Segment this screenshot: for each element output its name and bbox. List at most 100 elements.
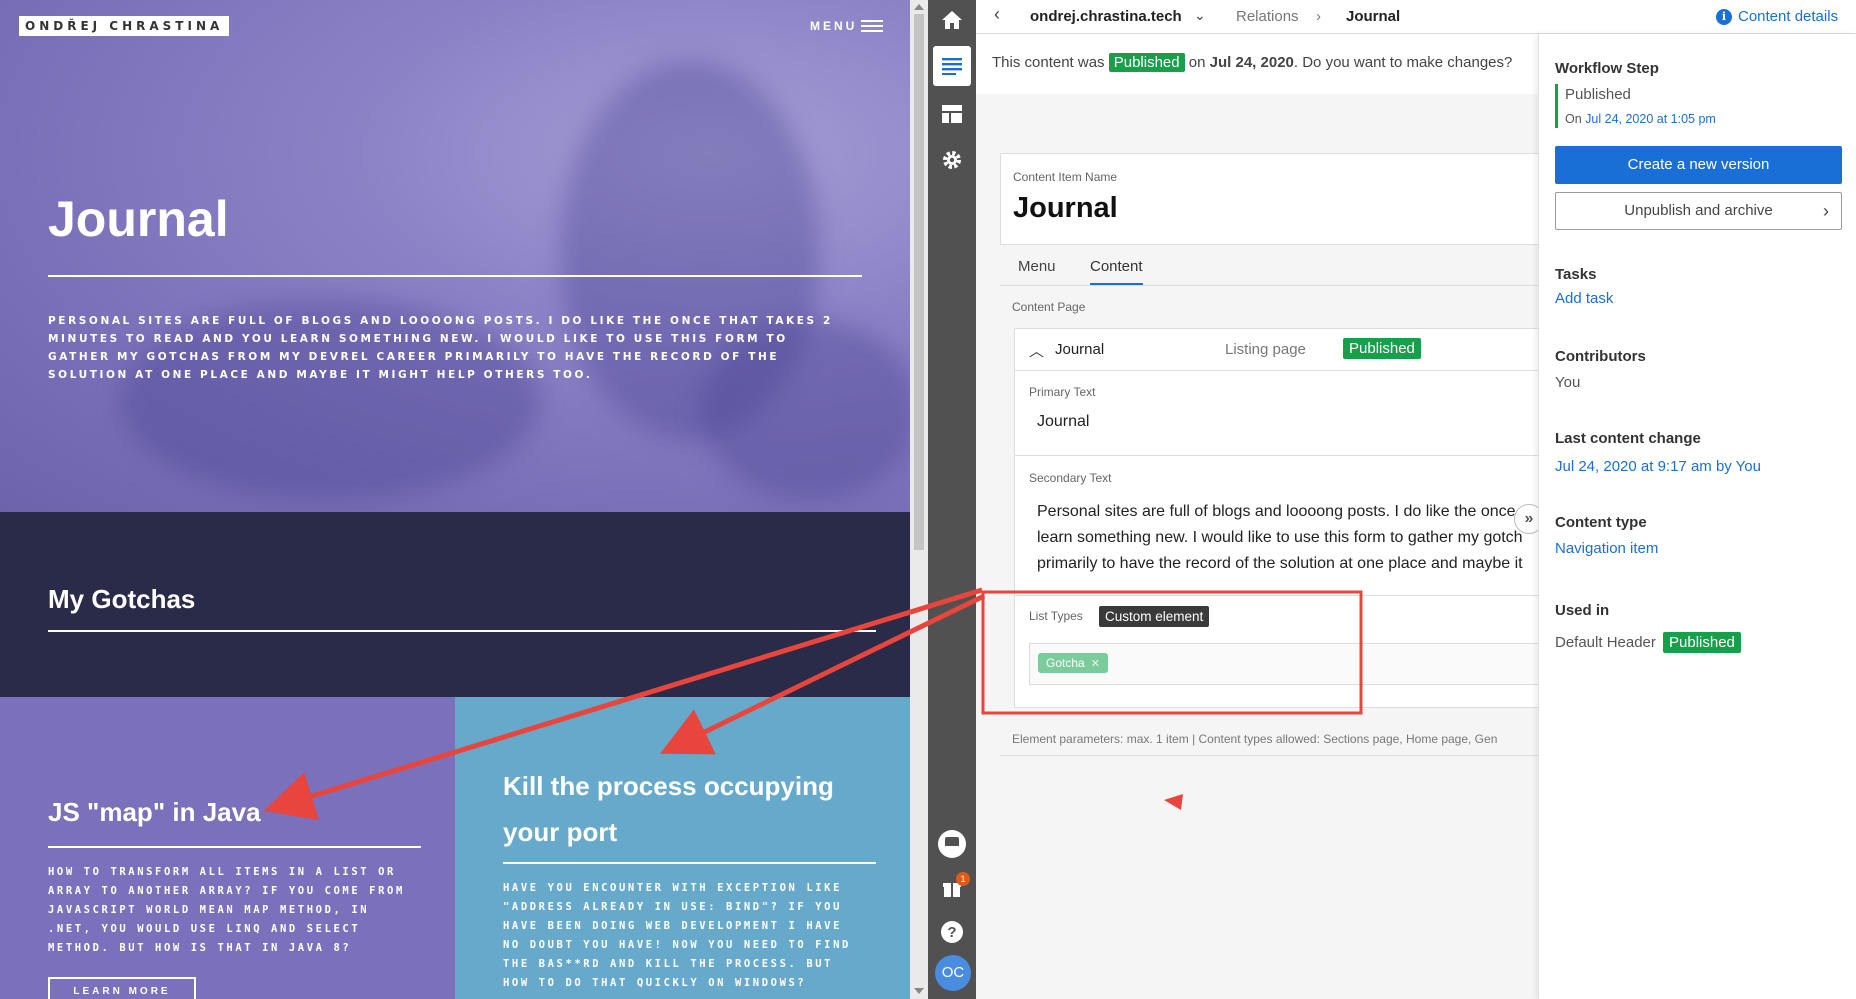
- linked-item-type: Listing page: [1225, 341, 1306, 358]
- gotcha-card-title: JS "map" in Java: [48, 797, 261, 827]
- hero-title: Journal: [48, 191, 229, 247]
- breadcrumb-current: Journal: [1346, 8, 1401, 25]
- project-name[interactable]: ondrej.chrastina.tech: [1030, 8, 1182, 25]
- list-types-field[interactable]: Gotcha ✕: [1029, 643, 1539, 685]
- element-parameters: Element parameters: max. 1 item | Conten…: [1012, 732, 1498, 746]
- hero-text: Personal sites are full of blogs and loo…: [48, 315, 833, 381]
- content-item-name[interactable]: Journal: [1013, 192, 1118, 225]
- gotchas-divider: [48, 630, 876, 632]
- divider: [1000, 755, 1538, 756]
- inbox-icon[interactable]: [928, 824, 976, 864]
- divider: [1015, 455, 1539, 456]
- app-sidebar: 1 ? OC: [928, 0, 976, 999]
- last-change-link[interactable]: Jul 24, 2020 at 9:17 am by You: [1555, 458, 1761, 475]
- status-badge: Published: [1663, 632, 1741, 653]
- editor-tabs: Menu Content: [1000, 250, 1538, 286]
- secondary-text-field[interactable]: Personal sites are full of blogs and loo…: [1037, 499, 1537, 577]
- breadcrumb-relations[interactable]: Relations: [1236, 8, 1299, 25]
- unpublish-archive-label: Unpublish and archive: [1624, 202, 1773, 219]
- chevron-down-icon[interactable]: ⌄: [1194, 7, 1206, 24]
- user-avatar[interactable]: OC: [935, 955, 971, 991]
- svg-text:?: ?: [947, 924, 956, 941]
- secondary-text-line: primarily to have the record of the solu…: [1037, 555, 1523, 572]
- gotcha-chip[interactable]: Gotcha ✕: [1038, 653, 1108, 673]
- site-menu-button[interactable]: MENU: [810, 19, 884, 33]
- gotcha-card-divider: [48, 846, 421, 848]
- close-icon[interactable]: ✕: [1091, 657, 1100, 670]
- info-icon: i: [1716, 8, 1732, 25]
- site-menu-label: MENU: [810, 19, 858, 33]
- contributors-value: You: [1555, 374, 1581, 391]
- create-new-version-button[interactable]: Create a new version: [1555, 146, 1842, 184]
- tab-content[interactable]: Content: [1090, 258, 1143, 285]
- notice-date: Jul 24, 2020: [1209, 54, 1294, 71]
- hamburger-icon: [861, 20, 884, 32]
- content-page-label: Content Page: [1012, 300, 1086, 314]
- gear-icon[interactable]: [928, 140, 976, 180]
- breadcrumb-separator-icon: ›: [1316, 8, 1321, 25]
- divider: [1015, 595, 1539, 596]
- last-change-heading: Last content change: [1555, 430, 1701, 447]
- learn-more-button[interactable]: LEARN MORE: [48, 977, 196, 999]
- scroll-down-icon[interactable]: [914, 988, 924, 994]
- notice-suffix: . Do you want to make changes?: [1293, 54, 1513, 71]
- hero-divider: [48, 275, 862, 277]
- unpublish-archive-button[interactable]: Unpublish and archive ›: [1555, 192, 1842, 230]
- chip-label: Gotcha: [1046, 656, 1085, 670]
- secondary-text-line: Personal sites are full of blogs and loo…: [1037, 503, 1516, 520]
- scroll-up-icon[interactable]: [914, 4, 924, 10]
- custom-element-tooltip: Custom element: [1099, 606, 1210, 627]
- site-logo[interactable]: ONDŘEJ CHRASTINA: [19, 16, 230, 36]
- primary-text-field[interactable]: Journal: [1037, 413, 1089, 431]
- gotcha-card-text: How to transform all items in a list or …: [48, 866, 405, 954]
- content-icon[interactable]: [933, 46, 971, 86]
- workflow-state: Published: [1565, 86, 1631, 103]
- workflow-heading: Workflow Step: [1555, 60, 1659, 77]
- website-preview: ONDŘEJ CHRASTINA MENU Journal Personal s…: [0, 0, 910, 999]
- content-details-label: Content details: [1738, 8, 1839, 25]
- preview-scrollbar[interactable]: [910, 0, 928, 999]
- used-in-value[interactable]: Default Header: [1555, 634, 1656, 651]
- linked-item-name: Journal: [1055, 341, 1105, 358]
- workflow-date: On Jul 24, 2020 at 1:05 pm: [1565, 112, 1716, 126]
- chevron-right-icon: ›: [1823, 201, 1829, 221]
- notification-badge: 1: [956, 872, 970, 886]
- gotcha-card-divider: [503, 862, 876, 864]
- scroll-thumb[interactable]: [914, 14, 924, 550]
- content-type-heading: Content type: [1555, 514, 1647, 531]
- gotchas-title: My Gotchas: [48, 584, 196, 614]
- content-details-button[interactable]: i Content details: [1716, 8, 1838, 25]
- secondary-text-line: learn something new. I would like to use…: [1037, 529, 1523, 546]
- content-details-panel: Workflow Step Published On Jul 24, 2020 …: [1538, 34, 1856, 999]
- workflow-date-prefix: On: [1565, 112, 1582, 126]
- chevron-up-icon[interactable]: ︿: [1029, 340, 1044, 361]
- tasks-heading: Tasks: [1555, 266, 1597, 283]
- gotcha-card: JS "map" in Java How to transform all it…: [0, 697, 455, 999]
- gotcha-card-title: Kill the process occupying your port: [503, 771, 834, 847]
- top-bar: ‹ ondrej.chrastina.tech ⌄ Relations › Jo…: [976, 0, 1856, 34]
- linked-item-header[interactable]: ︿ Journal Listing page Published: [1015, 329, 1539, 371]
- layout-icon[interactable]: [928, 94, 976, 134]
- workflow-indicator: [1555, 84, 1558, 128]
- content-item-name-label: Content Item Name: [1013, 170, 1118, 184]
- content-type-link[interactable]: Navigation item: [1555, 540, 1658, 557]
- home-icon[interactable]: [928, 0, 976, 40]
- help-icon[interactable]: ?: [928, 912, 976, 952]
- add-task-link[interactable]: Add task: [1555, 290, 1613, 307]
- secondary-text-label: Secondary Text: [1029, 471, 1112, 485]
- tab-menu[interactable]: Menu: [1018, 258, 1056, 283]
- notice-prefix: This content was: [992, 54, 1105, 71]
- hero-section: ONDŘEJ CHRASTINA MENU Journal Personal s…: [0, 0, 910, 512]
- content-item-name-card: Content Item Name Journal: [1000, 153, 1538, 245]
- published-notice: This content was Published on Jul 24, 20…: [976, 34, 1538, 94]
- content-page-panel: ︿ Journal Listing page Published Primary…: [1014, 328, 1539, 708]
- contributors-heading: Contributors: [1555, 348, 1646, 365]
- gotchas-section: My Gotchas: [0, 512, 910, 697]
- primary-text-label: Primary Text: [1029, 385, 1096, 399]
- gotcha-card: Kill the process occupying your port Hav…: [455, 697, 910, 999]
- gotcha-card-text: Have you encounter with exception like "…: [503, 882, 851, 989]
- list-types-label: List Types: [1029, 609, 1083, 623]
- gift-icon[interactable]: 1: [928, 868, 976, 908]
- status-badge: Published: [1343, 338, 1421, 359]
- back-icon[interactable]: ‹: [994, 4, 1000, 25]
